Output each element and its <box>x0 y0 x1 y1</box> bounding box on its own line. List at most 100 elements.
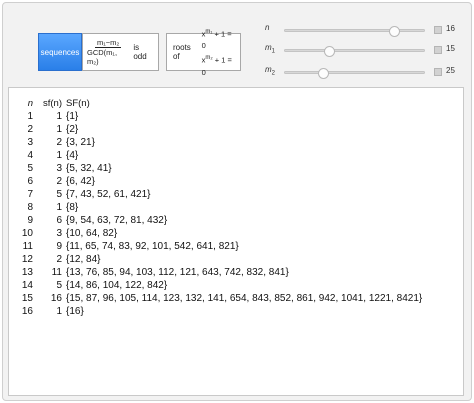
fraction-numerator: m₁−m₂ <box>95 38 122 48</box>
cell-sf: 3 <box>56 228 62 239</box>
cell-n: 15 <box>21 293 33 304</box>
cell-sf: 9 <box>56 241 62 252</box>
cell-sf: 1 <box>56 124 62 135</box>
table-row: 2 1 {2} <box>9 123 422 136</box>
cell-n: 12 <box>21 254 33 265</box>
cell-set: {5, 32, 41} <box>66 163 112 174</box>
cell-n: 6 <box>27 176 33 187</box>
cell-sf: 1 <box>56 150 62 161</box>
slider-m2-thumb[interactable] <box>317 68 329 79</box>
cell-sf: 6 <box>56 215 62 226</box>
table-row: 9 6 {9, 54, 63, 72, 81, 432} <box>9 214 422 227</box>
slider-m1-track[interactable] <box>284 46 425 57</box>
cell-set: {12, 84} <box>66 254 101 265</box>
slider-m1-value: 15 <box>446 44 455 53</box>
cell-sf: 1 <box>56 111 62 122</box>
cell-set: {16} <box>66 306 84 317</box>
cell-n: 11 <box>22 241 33 252</box>
cell-n: 7 <box>27 189 33 200</box>
gcd-fraction: m₁−m₂ GCD(m₁, m₂) <box>87 38 129 66</box>
cell-set: {9, 54, 63, 72, 81, 432} <box>66 215 168 226</box>
table-row: 4 1 {4} <box>9 149 422 162</box>
cell-n: 8 <box>27 202 33 213</box>
slider-m1-expand-icon[interactable] <box>434 46 442 54</box>
cell-set: {6, 42} <box>66 176 95 187</box>
slider-m2-value: 25 <box>446 66 455 75</box>
mode-tabbar: sequences m₁−m₂ GCD(m₁, m₂) is odd roots… <box>38 29 244 77</box>
slider-n: n 16 <box>265 23 465 37</box>
tab-sequences-label: sequences <box>40 47 80 57</box>
table-row: 12 2 {12, 84} <box>9 253 422 266</box>
cell-set: {8} <box>66 202 79 213</box>
sequence-table: n sf(n) SF(n) 1 1 {1} 2 1 {2} 3 2 {3, 21} 4 1 {4} 5 3… <box>9 97 422 318</box>
cell-n: 16 <box>21 306 33 317</box>
tab-roots[interactable]: roots of xm₁ + 1 = 0 xm₂ + 1 = 0 <box>166 29 241 77</box>
roots-equations: xm₁ + 1 = 0 xm₂ + 1 = 0 <box>202 26 234 79</box>
table-row: 15 16 {15, 87, 96, 105, 114, 123, 132, 141… <box>9 292 422 305</box>
header-sf: sf(n) <box>43 98 62 109</box>
slider-n-track[interactable] <box>284 26 425 37</box>
fraction-suffix: is odd <box>133 43 147 61</box>
table-row: 5 3 {5, 32, 41} <box>9 162 422 175</box>
cell-sf: 16 <box>50 293 62 304</box>
cell-set: {7, 43, 52, 61, 421} <box>66 189 151 200</box>
slider-m1-label: m1 <box>265 43 276 55</box>
cell-set: {13, 76, 85, 94, 103, 112, 121, 643, 742… <box>66 267 289 278</box>
cell-n: 5 <box>27 163 33 174</box>
cell-sf: 1 <box>56 306 62 317</box>
cell-n: 1 <box>27 111 33 122</box>
cell-sf: 5 <box>56 280 62 291</box>
tab-gcd-odd[interactable]: m₁−m₂ GCD(m₁, m₂) is odd <box>82 33 159 71</box>
cell-sf: 5 <box>56 189 62 200</box>
table-row: 8 1 {8} <box>9 201 422 214</box>
table-row: 13 11 {13, 76, 85, 94, 103, 112, 121, 643,… <box>9 266 422 279</box>
table-row: 3 2 {3, 21} <box>9 136 422 149</box>
cell-sf: 2 <box>56 176 62 187</box>
cell-set: {10, 64, 82} <box>66 228 118 239</box>
slider-n-label: n <box>265 23 270 32</box>
slider-m2-label: m2 <box>265 65 276 77</box>
table-row: 1 1 {1} <box>9 110 422 123</box>
slider-m2-track[interactable] <box>284 68 425 79</box>
cell-set: {1} <box>66 111 79 122</box>
cell-sf: 2 <box>56 254 62 265</box>
cell-n: 10 <box>21 228 33 239</box>
slider-m2: m2 25 <box>265 65 465 79</box>
cell-n: 14 <box>21 280 33 291</box>
cell-sf: 11 <box>51 267 62 278</box>
table-header-row: n sf(n) SF(n) <box>9 97 422 110</box>
cell-set: {14, 86, 104, 122, 842} <box>66 280 168 291</box>
cell-n: 9 <box>27 215 33 226</box>
demonstration-panel: sequences m₁−m₂ GCD(m₁, m₂) is odd roots… <box>2 2 472 401</box>
equation-1: xm₁ + 1 = 0 <box>201 28 232 51</box>
cell-n: 4 <box>27 150 33 161</box>
slider-n-value: 16 <box>446 24 455 33</box>
slider-m1-thumb[interactable] <box>324 46 335 57</box>
table-row: 14 5 {14, 86, 104, 122, 842} <box>9 279 422 292</box>
table-row: 6 2 {6, 42} <box>9 175 422 188</box>
header-n: n <box>27 98 33 109</box>
cell-set: {11, 65, 74, 83, 92, 101, 542, 641, 821} <box>66 241 239 252</box>
fraction-denominator: GCD(m₁, m₂) <box>87 48 118 66</box>
cell-n: 2 <box>27 124 33 135</box>
cell-n: 13 <box>21 267 33 278</box>
cell-set: {3, 21} <box>66 137 95 148</box>
tab-sequences[interactable]: sequences <box>38 33 82 71</box>
cell-sf: 3 <box>56 163 62 174</box>
slider-n-thumb[interactable] <box>389 26 400 37</box>
slider-n-expand-icon[interactable] <box>434 26 442 34</box>
cell-sf: 2 <box>56 137 62 148</box>
header-set: SF(n) <box>66 98 90 109</box>
cell-set: {15, 87, 96, 105, 114, 123, 132, 141, 65… <box>66 293 423 304</box>
slider-m2-expand-icon[interactable] <box>434 68 442 76</box>
table-row: 16 1 {16} <box>9 305 422 318</box>
table-row: 11 9 {11, 65, 74, 83, 92, 101, 542, 641, 8… <box>9 240 422 253</box>
slider-m1: m1 15 <box>265 43 465 57</box>
roots-prefix: roots of <box>173 43 191 61</box>
output-pane: n sf(n) SF(n) 1 1 {1} 2 1 {2} 3 2 {3, 21} 4 1 {4} 5 3… <box>8 87 464 396</box>
cell-set: {4} <box>66 150 79 161</box>
controls-area: sequences m₁−m₂ GCD(m₁, m₂) is odd roots… <box>3 3 471 85</box>
cell-sf: 1 <box>56 202 62 213</box>
cell-set: {2} <box>66 124 79 135</box>
table-row: 7 5 {7, 43, 52, 61, 421} <box>9 188 422 201</box>
